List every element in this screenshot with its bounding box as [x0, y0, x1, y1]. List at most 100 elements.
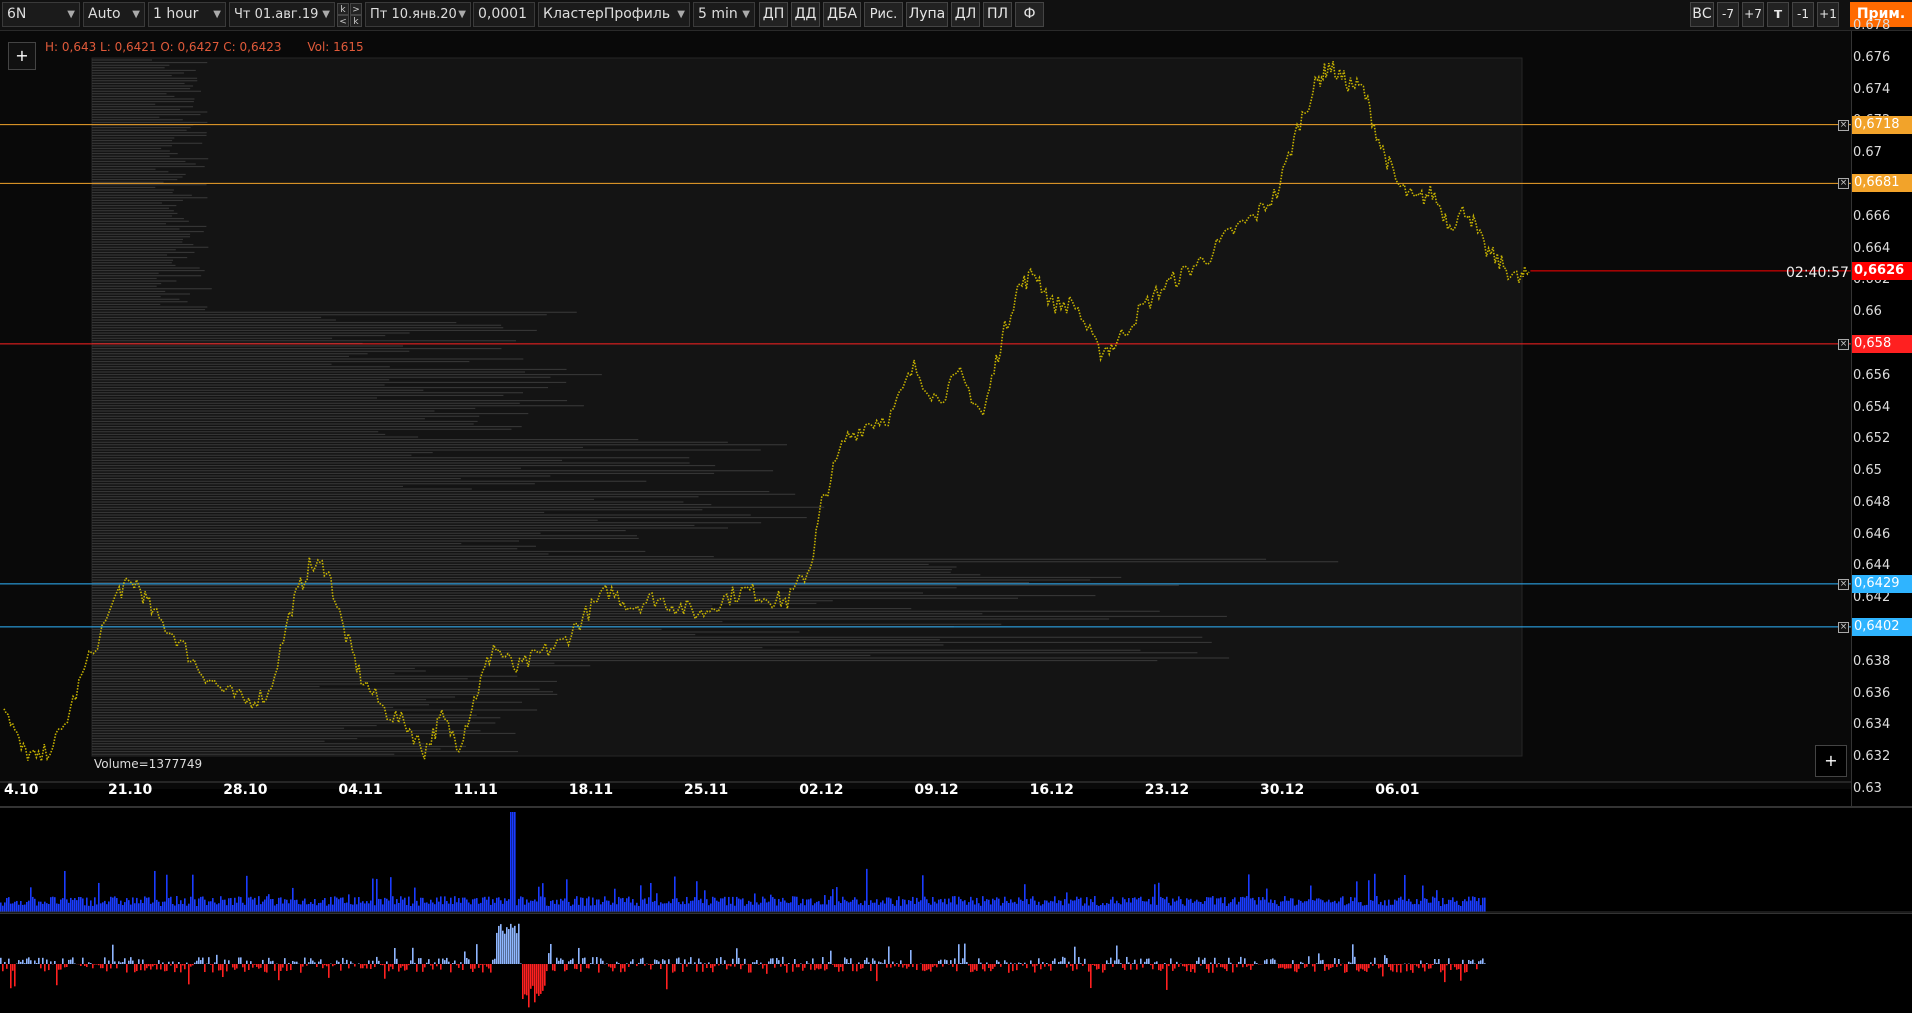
delta-bar — [274, 964, 276, 971]
magnifier-button[interactable]: Лупа — [906, 2, 948, 27]
delta-bar — [1470, 961, 1472, 964]
date-to-picker[interactable]: Пт 10.янв.20 ▼ — [365, 2, 471, 27]
delta-bar — [322, 964, 324, 968]
minus7-button[interactable]: -7 — [1717, 2, 1739, 27]
volume-bar — [38, 902, 40, 912]
volume-bar — [66, 899, 68, 912]
volume-bar — [1440, 906, 1442, 912]
volume-bar — [358, 897, 360, 912]
delta-bar — [1328, 964, 1330, 970]
volume-bar — [1454, 902, 1456, 912]
vs-button[interactable]: ВС — [1690, 2, 1714, 27]
volume-pane[interactable] — [0, 806, 1912, 914]
volume-bar — [988, 900, 990, 912]
remove-level-icon[interactable]: × — [1838, 339, 1849, 350]
add-pane-button[interactable]: + — [1815, 745, 1847, 777]
delta-bar — [698, 958, 700, 964]
remove-level-icon[interactable]: × — [1838, 178, 1849, 189]
delta-bar — [308, 962, 310, 964]
delta-bar — [1362, 964, 1364, 969]
delta-bar — [358, 963, 360, 964]
volume-bar — [514, 812, 516, 912]
delta-bar — [988, 964, 990, 968]
date-from-picker[interactable]: Чт 01.авг.19 ▼ — [229, 2, 335, 27]
delta-bar — [530, 964, 532, 989]
volume-bar — [484, 897, 486, 912]
add-indicator-button[interactable]: + — [8, 42, 36, 70]
delta-bar — [1456, 964, 1458, 970]
delta-bar — [1108, 963, 1110, 964]
volume-bar — [1444, 904, 1446, 912]
volume-bar — [356, 904, 358, 912]
delta-bar — [1152, 964, 1154, 969]
chart-type-select[interactable]: КластерПрофиль ▼ — [538, 2, 690, 27]
dba-button[interactable]: ДБА — [823, 2, 861, 27]
volume-bar — [890, 898, 892, 912]
delta-bar — [786, 964, 788, 973]
delta-bar — [1132, 963, 1134, 964]
delta-bar — [752, 962, 754, 964]
delta-bar — [1182, 964, 1184, 966]
minus1-button[interactable]: -1 — [1792, 2, 1814, 27]
symbol-select[interactable]: 6N ▼ — [2, 2, 80, 27]
remove-level-icon[interactable]: × — [1838, 579, 1849, 590]
t-button[interactable]: т — [1767, 2, 1789, 27]
delta-bar — [388, 964, 390, 971]
f-button[interactable]: Ф — [1015, 2, 1044, 27]
delta-bar — [910, 950, 912, 964]
volume-bar — [64, 871, 66, 912]
chevron-right-icon[interactable]: > — [350, 3, 362, 15]
delta-bar — [546, 964, 548, 971]
volume-bar — [406, 905, 408, 912]
volume-bar — [14, 902, 16, 912]
tick-size-input[interactable]: 0,0001 — [473, 2, 535, 27]
delta-bar — [606, 963, 608, 964]
date-tick-label: 04.11 — [338, 782, 382, 798]
delta-bar — [1472, 960, 1474, 964]
delta-bar — [108, 961, 110, 964]
delta-bar — [1264, 960, 1266, 964]
chevron-left-icon[interactable]: < — [337, 15, 349, 27]
pl-button[interactable]: ПЛ — [983, 2, 1012, 27]
delta-bar — [1340, 964, 1342, 966]
volume-bar — [624, 902, 626, 912]
volume-bar — [608, 901, 610, 912]
delta-bar — [1246, 964, 1248, 967]
scale-mode-select[interactable]: Auto ▼ — [83, 2, 145, 27]
volume-bar — [400, 896, 402, 912]
delta-bar — [1000, 964, 1002, 967]
volume-bar — [540, 896, 542, 912]
delta-pane[interactable] — [0, 913, 1912, 1013]
volume-bar — [618, 897, 620, 912]
remove-level-icon[interactable]: × — [1838, 120, 1849, 131]
delta-bar — [234, 964, 236, 970]
delta-bar — [1460, 964, 1462, 981]
timeframe-select[interactable]: 1 hour ▼ — [148, 2, 226, 27]
volume-bar — [784, 900, 786, 912]
delta-bar — [922, 964, 924, 971]
price-chart[interactable] — [0, 31, 1912, 805]
dd-button[interactable]: ДД — [791, 2, 820, 27]
delta-bar — [102, 964, 104, 968]
volume-bar — [218, 903, 220, 912]
delta-bar — [280, 964, 282, 971]
volume-bar — [1172, 899, 1174, 912]
cluster-period-select[interactable]: 5 min ▼ — [693, 2, 755, 27]
remove-level-icon[interactable]: × — [1838, 622, 1849, 633]
plus1-button[interactable]: +1 — [1817, 2, 1839, 27]
delta-bar — [1058, 962, 1060, 964]
price-tick-label: 0.678 — [1853, 18, 1890, 33]
volume-bar — [494, 903, 496, 912]
delta-bar — [948, 964, 950, 965]
volume-bar — [838, 901, 840, 912]
delta-bar — [1198, 957, 1200, 964]
k-next-button[interactable]: k — [337, 3, 349, 15]
dl-button[interactable]: ДЛ — [951, 2, 980, 27]
delta-bar — [136, 964, 138, 971]
delta-bar — [872, 958, 874, 964]
delta-bar — [288, 963, 290, 964]
draw-button[interactable]: Рис. — [864, 2, 903, 27]
plus7-button[interactable]: +7 — [1742, 2, 1764, 27]
k-prev-button[interactable]: k — [350, 15, 362, 27]
dp-button[interactable]: ДП — [759, 2, 788, 27]
